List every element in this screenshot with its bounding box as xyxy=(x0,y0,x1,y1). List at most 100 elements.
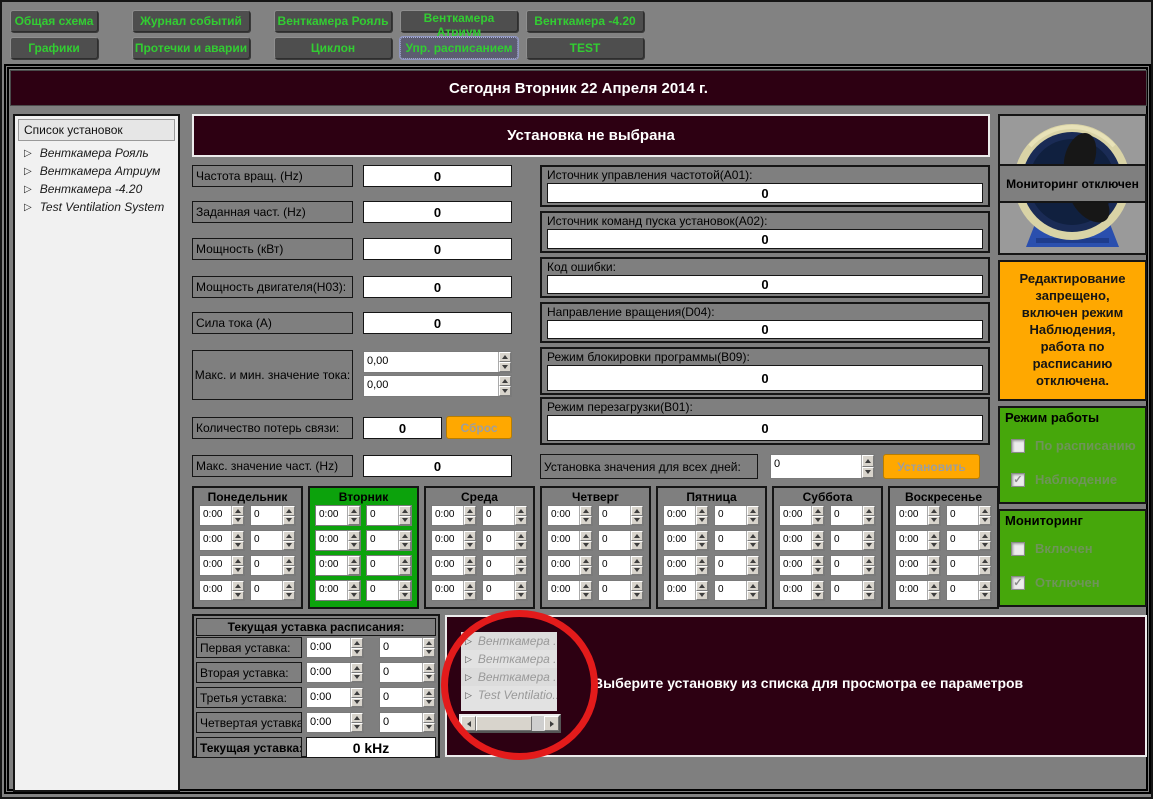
spin-up-button[interactable] xyxy=(979,556,991,566)
spin-up-button[interactable] xyxy=(515,506,527,516)
spin-up-button[interactable] xyxy=(747,556,759,566)
schedule-value-spinbox-value[interactable]: 0 xyxy=(947,556,978,575)
schedule-time-spinbox[interactable]: 0:00 xyxy=(431,580,477,601)
spin-down-button[interactable] xyxy=(696,516,708,526)
spin-down-button[interactable] xyxy=(631,541,643,551)
setpoint-time-spinbox[interactable]: 0:00 xyxy=(306,662,364,683)
schedule-value-spinbox[interactable]: 0 xyxy=(714,580,760,601)
setpoint-value-spinbox[interactable]: 0 xyxy=(379,687,436,708)
checkbox-checked[interactable]: ✓ xyxy=(1011,473,1025,487)
spin-up-button[interactable] xyxy=(399,506,411,516)
expand-triangle-icon[interactable]: ▷ xyxy=(465,654,472,665)
option-row[interactable]: ✓Наблюдение xyxy=(1005,472,1140,487)
spin-down-button[interactable] xyxy=(580,591,592,601)
mini-list-item[interactable]: ▷Test Ventilatio... xyxy=(461,686,557,704)
spin-down-button[interactable] xyxy=(464,591,476,601)
spin-up-button[interactable] xyxy=(863,581,875,591)
toolbar-button-row2-0[interactable]: Графики xyxy=(10,37,98,59)
schedule-time-spinbox[interactable]: 0:00 xyxy=(547,505,593,526)
schedule-time-spinbox[interactable]: 0:00 xyxy=(895,580,941,601)
spin-down-button[interactable] xyxy=(348,591,360,601)
spin-down-button[interactable] xyxy=(515,591,527,601)
spin-down-button[interactable] xyxy=(399,591,411,601)
schedule-time-spinbox-value[interactable]: 0:00 xyxy=(432,556,463,575)
schedule-value-spinbox[interactable]: 0 xyxy=(482,505,528,526)
spin-up-button[interactable] xyxy=(812,556,824,566)
spin-up-button[interactable] xyxy=(928,531,940,541)
schedule-value-spinbox-value[interactable]: 0 xyxy=(715,531,746,550)
setpoint-value-spinbox-value[interactable]: 0 xyxy=(380,688,422,707)
spin-up-button[interactable] xyxy=(580,531,592,541)
schedule-time-spinbox-value[interactable]: 0:00 xyxy=(548,506,579,525)
schedule-value-spinbox[interactable]: 0 xyxy=(250,555,296,576)
schedule-time-spinbox-value[interactable]: 0:00 xyxy=(780,556,811,575)
setpoint-time-spinbox-value[interactable]: 0:00 xyxy=(307,638,350,657)
schedule-value-spinbox[interactable]: 0 xyxy=(830,505,876,526)
schedule-value-spinbox[interactable]: 0 xyxy=(946,555,992,576)
spin-up-button[interactable] xyxy=(696,531,708,541)
schedule-time-spinbox-value[interactable]: 0:00 xyxy=(200,506,231,525)
spin-up-button[interactable] xyxy=(232,556,244,566)
spin-down-button[interactable] xyxy=(928,566,940,576)
spin-down-button[interactable] xyxy=(928,591,940,601)
spin-down-button[interactable] xyxy=(283,516,295,526)
spin-up-button[interactable] xyxy=(283,581,295,591)
schedule-time-spinbox[interactable]: 0:00 xyxy=(199,505,245,526)
schedule-time-spinbox[interactable]: 0:00 xyxy=(663,580,709,601)
toolbar-button-row1-0[interactable]: Общая схема xyxy=(10,10,98,32)
max-current-spinbox-value[interactable]: 0,00 xyxy=(364,352,498,372)
spin-up-button[interactable] xyxy=(862,455,874,467)
spin-down-button[interactable] xyxy=(928,541,940,551)
schedule-value-spinbox-value[interactable]: 0 xyxy=(947,581,978,600)
schedule-time-spinbox[interactable]: 0:00 xyxy=(779,580,825,601)
expand-triangle-icon[interactable]: ▷ xyxy=(465,672,472,683)
schedule-value-spinbox-value[interactable]: 0 xyxy=(715,581,746,600)
schedule-time-spinbox-value[interactable]: 0:00 xyxy=(316,506,347,525)
scroll-track[interactable] xyxy=(532,716,544,731)
spin-down-button[interactable] xyxy=(631,566,643,576)
spin-down-button[interactable] xyxy=(283,591,295,601)
spin-down-button[interactable] xyxy=(631,591,643,601)
spin-up-button[interactable] xyxy=(232,581,244,591)
all-days-spinbox[interactable]: 0 xyxy=(770,454,875,479)
schedule-time-spinbox-value[interactable]: 0:00 xyxy=(896,506,927,525)
schedule-value-spinbox[interactable]: 0 xyxy=(598,505,644,526)
all-days-spinbox-value[interactable]: 0 xyxy=(771,455,861,478)
spin-down-button[interactable] xyxy=(351,698,363,708)
spin-up-button[interactable] xyxy=(631,581,643,591)
spin-up-button[interactable] xyxy=(351,688,363,698)
spin-up-button[interactable] xyxy=(631,531,643,541)
schedule-value-spinbox[interactable]: 0 xyxy=(598,530,644,551)
toolbar-button-row2-3[interactable]: Упр. расписанием xyxy=(400,37,518,59)
spin-up-button[interactable] xyxy=(928,556,940,566)
schedule-time-spinbox-value[interactable]: 0:00 xyxy=(200,531,231,550)
spin-down-button[interactable] xyxy=(232,541,244,551)
spin-up-button[interactable] xyxy=(232,506,244,516)
spin-up-button[interactable] xyxy=(863,506,875,516)
spin-up-button[interactable] xyxy=(747,531,759,541)
spin-up-button[interactable] xyxy=(747,506,759,516)
min-current-spinbox[interactable]: 0,00 xyxy=(363,375,512,397)
spin-up-button[interactable] xyxy=(232,531,244,541)
schedule-time-spinbox[interactable]: 0:00 xyxy=(431,505,477,526)
spin-down-button[interactable] xyxy=(747,516,759,526)
schedule-value-spinbox-value[interactable]: 0 xyxy=(367,556,398,575)
schedule-time-spinbox-value[interactable]: 0:00 xyxy=(664,506,695,525)
schedule-time-spinbox-value[interactable]: 0:00 xyxy=(780,531,811,550)
schedule-value-spinbox-value[interactable]: 0 xyxy=(831,581,862,600)
spin-down-button[interactable] xyxy=(812,541,824,551)
min-current-spinbox-value[interactable]: 0,00 xyxy=(364,376,498,396)
schedule-value-spinbox-value[interactable]: 0 xyxy=(599,556,630,575)
checkbox[interactable] xyxy=(1011,542,1025,556)
schedule-time-spinbox[interactable]: 0:00 xyxy=(199,530,245,551)
spin-down-button[interactable] xyxy=(283,566,295,576)
schedule-time-spinbox[interactable]: 0:00 xyxy=(315,555,361,576)
schedule-time-spinbox-value[interactable]: 0:00 xyxy=(548,556,579,575)
spin-down-button[interactable] xyxy=(696,541,708,551)
schedule-value-spinbox-value[interactable]: 0 xyxy=(251,556,282,575)
spin-up-button[interactable] xyxy=(631,506,643,516)
toolbar-button-row2-1[interactable]: Протечки и аварии xyxy=(132,37,250,59)
spin-down-button[interactable] xyxy=(351,673,363,683)
spin-down-button[interactable] xyxy=(863,541,875,551)
spin-down-button[interactable] xyxy=(979,591,991,601)
